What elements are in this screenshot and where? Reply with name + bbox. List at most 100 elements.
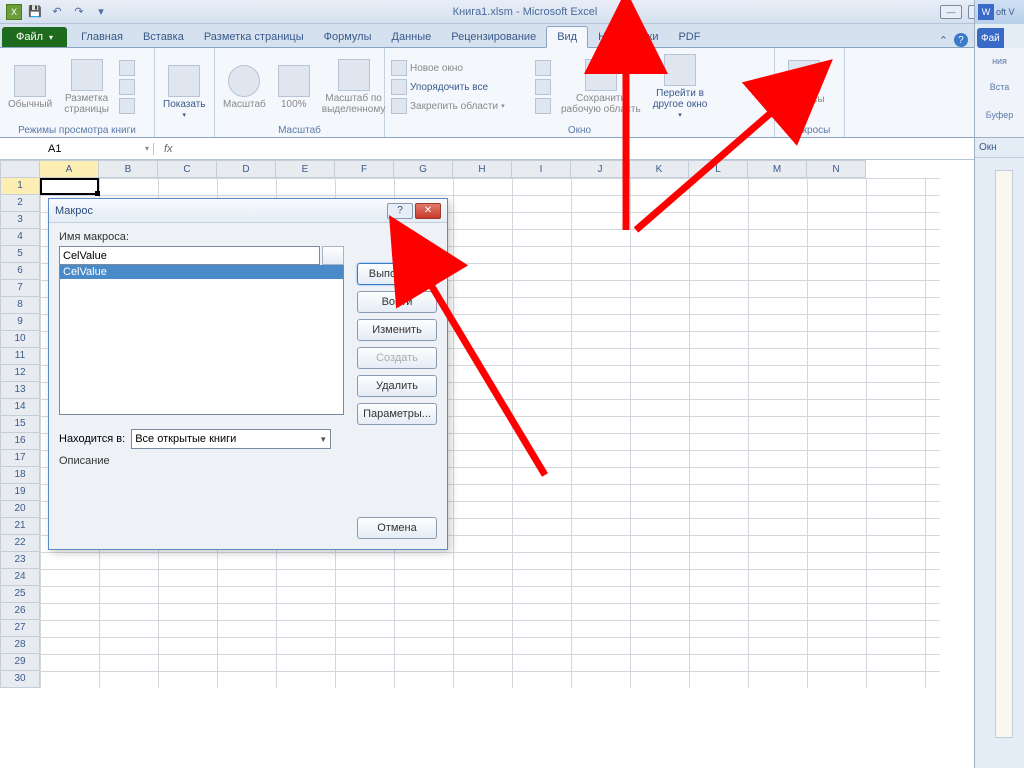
- zoom-100-button[interactable]: 100%: [274, 63, 314, 112]
- row-header[interactable]: 22: [0, 535, 40, 552]
- group-show-label: [159, 135, 210, 137]
- tab-formulas[interactable]: Формулы: [314, 27, 382, 47]
- macro-list-item[interactable]: CelValue: [60, 265, 343, 279]
- col-header[interactable]: A: [40, 160, 99, 178]
- col-header[interactable]: G: [394, 160, 453, 178]
- ribbon-minimize-icon[interactable]: ⌃: [939, 34, 948, 47]
- row-header[interactable]: 2: [0, 195, 40, 212]
- arrange-all-button[interactable]: Упорядочить все: [389, 78, 529, 96]
- col-header[interactable]: B: [99, 160, 158, 178]
- tab-pdf[interactable]: PDF: [668, 27, 710, 47]
- row-header[interactable]: 12: [0, 365, 40, 382]
- name-box[interactable]: A1▾: [44, 143, 154, 155]
- row-header[interactable]: 25: [0, 586, 40, 603]
- row-header[interactable]: 21: [0, 518, 40, 535]
- row-header[interactable]: 27: [0, 620, 40, 637]
- edit-button[interactable]: Изменить: [357, 319, 437, 341]
- new-window-button[interactable]: Новое окно: [389, 59, 529, 77]
- group-views-label: Режимы просмотра книги: [4, 124, 150, 137]
- tab-file[interactable]: Файл: [2, 27, 67, 47]
- row-header[interactable]: 15: [0, 416, 40, 433]
- save-workspace-button[interactable]: Сохранить рабочую область: [557, 57, 645, 117]
- run-button[interactable]: Выполнить: [357, 263, 437, 285]
- row-header[interactable]: 19: [0, 484, 40, 501]
- tab-home[interactable]: Главная: [71, 27, 133, 47]
- row-header[interactable]: 18: [0, 467, 40, 484]
- row-header[interactable]: 4: [0, 229, 40, 246]
- macro-name-input[interactable]: [59, 246, 320, 265]
- ribbon: Обычный Разметка страницы Режимы просмот…: [0, 48, 1024, 138]
- macros-button[interactable]: Макросы▾: [779, 58, 829, 117]
- row-header[interactable]: 10: [0, 331, 40, 348]
- col-header[interactable]: N: [807, 160, 866, 178]
- row-header[interactable]: 11: [0, 348, 40, 365]
- col-header[interactable]: K: [630, 160, 689, 178]
- switch-windows-button[interactable]: Перейти в другое окно▾: [649, 52, 712, 122]
- dialog-close-button[interactable]: ✕: [415, 203, 441, 219]
- row-header[interactable]: 20: [0, 501, 40, 518]
- options-button[interactable]: Параметры...: [357, 403, 437, 425]
- page-layout-button[interactable]: Разметка страницы: [60, 57, 113, 117]
- help-icon[interactable]: ?: [954, 33, 968, 47]
- row-header[interactable]: 6: [0, 263, 40, 280]
- dialog-titlebar[interactable]: Макрос ? ✕: [49, 199, 447, 223]
- col-header[interactable]: J: [571, 160, 630, 178]
- undo-icon[interactable]: ↶: [48, 3, 66, 21]
- row-header[interactable]: 14: [0, 399, 40, 416]
- col-header[interactable]: C: [158, 160, 217, 178]
- row-header[interactable]: 9: [0, 314, 40, 331]
- delete-button[interactable]: Удалить: [357, 375, 437, 397]
- row-header[interactable]: 17: [0, 450, 40, 467]
- tab-review[interactable]: Рецензирование: [441, 27, 546, 47]
- cancel-button[interactable]: Отмена: [357, 517, 437, 539]
- row-header[interactable]: 30: [0, 671, 40, 688]
- zoom-button[interactable]: Масштаб: [219, 63, 270, 112]
- save-icon[interactable]: 💾: [26, 3, 44, 21]
- tab-page-layout[interactable]: Разметка страницы: [194, 27, 314, 47]
- minimize-button[interactable]: —: [940, 5, 962, 19]
- row-header[interactable]: 23: [0, 552, 40, 569]
- row-header[interactable]: 3: [0, 212, 40, 229]
- col-header[interactable]: E: [276, 160, 335, 178]
- fx-icon[interactable]: fx: [154, 143, 183, 155]
- col-header[interactable]: F: [335, 160, 394, 178]
- select-all-corner[interactable]: [0, 160, 40, 178]
- column-headers: A B C D E F G H I J K L M N: [0, 160, 1024, 178]
- tab-addins[interactable]: Надстройки: [588, 27, 668, 47]
- col-header[interactable]: D: [217, 160, 276, 178]
- row-headers: 1234567891011121314151617181920212223242…: [0, 178, 40, 688]
- show-button[interactable]: Показать▾: [159, 63, 210, 122]
- freeze-panes-button[interactable]: Закрепить области▾: [389, 97, 529, 115]
- location-select[interactable]: Все открытые книги▼: [131, 429, 331, 449]
- normal-view-button[interactable]: Обычный: [4, 63, 56, 112]
- macro-list[interactable]: CelValue: [59, 265, 344, 415]
- col-header[interactable]: M: [748, 160, 807, 178]
- zoom-selection-button[interactable]: Масштаб по выделенному: [318, 57, 390, 117]
- word-paste-button[interactable]: Вста: [979, 82, 1020, 92]
- macro-dialog: Макрос ? ✕ Имя макроса: CelValue Выполни…: [48, 198, 448, 550]
- row-header[interactable]: 5: [0, 246, 40, 263]
- row-header[interactable]: 8: [0, 297, 40, 314]
- row-header[interactable]: 24: [0, 569, 40, 586]
- row-header[interactable]: 7: [0, 280, 40, 297]
- dialog-help-button[interactable]: ?: [387, 203, 413, 219]
- col-header[interactable]: L: [689, 160, 748, 178]
- row-header[interactable]: 16: [0, 433, 40, 450]
- word-file-tab[interactable]: Фай: [977, 28, 1004, 48]
- redo-icon[interactable]: ↷: [70, 3, 88, 21]
- row-header[interactable]: 13: [0, 382, 40, 399]
- col-header[interactable]: I: [512, 160, 571, 178]
- word-ruler: [995, 170, 1013, 738]
- row-header[interactable]: 1: [0, 178, 40, 195]
- reference-button[interactable]: [322, 246, 344, 265]
- active-cell[interactable]: [40, 178, 99, 195]
- row-header[interactable]: 28: [0, 637, 40, 654]
- step-into-button[interactable]: Войти: [357, 291, 437, 313]
- qat-customize-icon[interactable]: ▾: [92, 3, 110, 21]
- col-header[interactable]: H: [453, 160, 512, 178]
- tab-insert[interactable]: Вставка: [133, 27, 194, 47]
- tab-data[interactable]: Данные: [382, 27, 442, 47]
- row-header[interactable]: 26: [0, 603, 40, 620]
- row-header[interactable]: 29: [0, 654, 40, 671]
- tab-view[interactable]: Вид: [546, 26, 588, 48]
